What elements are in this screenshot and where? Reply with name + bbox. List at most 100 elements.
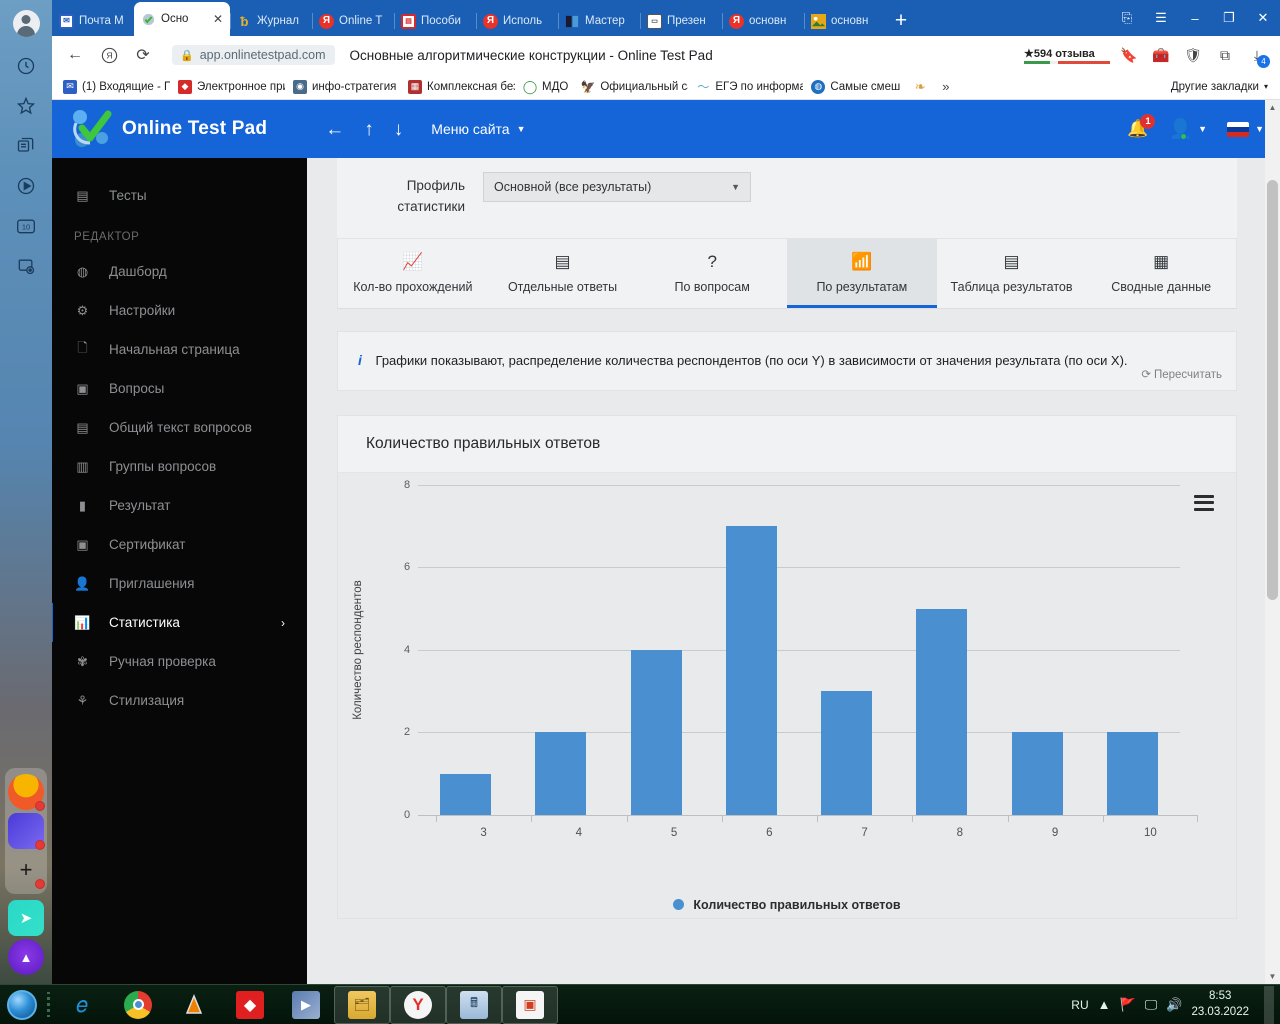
- bookmark-item[interactable]: ▦ Комплексная без: [403, 78, 515, 96]
- tab-by-results[interactable]: 📶 По результатам: [787, 238, 937, 308]
- arrow-left-icon[interactable]: ←: [325, 120, 344, 139]
- start-button[interactable]: [0, 986, 44, 1024]
- browser-tab[interactable]: Я основн: [722, 6, 804, 36]
- tab-passes-count[interactable]: 📈 Кол-во прохождений: [338, 239, 488, 308]
- tab-manager-icon[interactable]: ⧉: [1210, 40, 1240, 70]
- user-menu-button[interactable]: 👤 ▼: [1168, 117, 1207, 141]
- downloads-icon[interactable]: ⤓ 4: [1242, 40, 1272, 70]
- volume-icon[interactable]: 🔊: [1166, 997, 1182, 1013]
- clock[interactable]: 8:53 23.03.2022: [1191, 989, 1249, 1020]
- hamburger-menu-icon[interactable]: [1194, 494, 1214, 511]
- tab-individual-answers[interactable]: ▤ Отдельные ответы: [488, 239, 638, 308]
- bookmarks-overflow-button[interactable]: »: [935, 77, 956, 96]
- menu-icon[interactable]: ☰: [1144, 0, 1178, 36]
- minimize-icon[interactable]: –: [1178, 0, 1212, 36]
- browser-tab[interactable]: Мастер: [558, 6, 640, 36]
- bookmark-item[interactable]: ◉ инфо-стратегия: [288, 78, 400, 96]
- reload-button[interactable]: ⟳: [128, 40, 158, 70]
- extension-icon[interactable]: 🧰: [1146, 40, 1176, 70]
- sidebar-item-question-groups[interactable]: ▥ Группы вопросов: [52, 447, 307, 486]
- scroll-down-arrow[interactable]: ▼: [1265, 969, 1280, 984]
- notes-icon[interactable]: [0, 126, 52, 166]
- shield-icon[interactable]: 🛡: [1178, 40, 1208, 70]
- screenshot-icon[interactable]: [0, 246, 52, 286]
- arrow-up-icon[interactable]: ↑: [364, 120, 374, 139]
- sidebar-item-styling[interactable]: ⚘ Стилизация: [52, 681, 307, 720]
- back-button[interactable]: ←: [60, 40, 90, 70]
- recalculate-button[interactable]: ⟳ Пересчитать: [1141, 366, 1222, 385]
- bar[interactable]: [1106, 732, 1158, 815]
- ten-icon[interactable]: 10: [0, 206, 52, 246]
- bookmark-item[interactable]: ✉ (1) Входящие - По: [58, 78, 170, 96]
- sidebar-item-result[interactable]: ▮ Результат: [52, 486, 307, 525]
- browser-tab[interactable]: Я Исполь: [476, 6, 558, 36]
- blue-square-app-icon[interactable]: [8, 813, 45, 850]
- collections-icon[interactable]: ⎘: [1110, 0, 1144, 36]
- sidebar-item-statistics[interactable]: 📊 Статистика ›: [52, 603, 307, 642]
- sidebar-item-tests[interactable]: ▤ Тесты: [52, 176, 307, 215]
- bookmark-item[interactable]: 🦅 Официальный са: [576, 78, 688, 96]
- sidebar-item-settings[interactable]: ⚙ Настройки: [52, 291, 307, 330]
- language-selector[interactable]: ▼: [1227, 121, 1264, 137]
- close-icon[interactable]: ✕: [1246, 0, 1280, 36]
- sidebar-item-invitations[interactable]: 👤 Приглашения: [52, 564, 307, 603]
- bookmark-icon[interactable]: 🔖: [1114, 40, 1144, 70]
- browser-tab[interactable]: основн: [804, 6, 886, 36]
- bar[interactable]: [630, 649, 682, 815]
- bookmark-item[interactable]: 〜 ЕГЭ по информат: [691, 78, 803, 96]
- purple-app-icon[interactable]: ▲: [8, 939, 44, 975]
- browser-tab[interactable]: ᵬ Журнал: [230, 6, 312, 36]
- bar[interactable]: [725, 526, 777, 815]
- profile-avatar[interactable]: [0, 0, 52, 46]
- new-tab-button[interactable]: +: [886, 6, 916, 36]
- language-indicator[interactable]: RU: [1071, 998, 1088, 1012]
- scroll-up-arrow[interactable]: ▲: [1265, 100, 1280, 115]
- show-hidden-icon[interactable]: ▲: [1098, 997, 1111, 1012]
- sidebar-item-manual-check[interactable]: ✾ Ручная проверка: [52, 642, 307, 681]
- scrollbar-thumb[interactable]: [1267, 180, 1278, 600]
- browser-tab[interactable]: ▭ Презен: [640, 6, 722, 36]
- app-logo[interactable]: [68, 107, 116, 151]
- bookmark-item[interactable]: ◯ МДО: [518, 78, 573, 96]
- reviews-badge[interactable]: ★594 отзыва: [1024, 47, 1110, 64]
- app-brand[interactable]: Online Test Pad: [122, 118, 267, 140]
- sidebar-item-certificate[interactable]: ▣ Сертификат: [52, 525, 307, 564]
- clock-icon[interactable]: [0, 46, 52, 86]
- statistics-profile-select[interactable]: Основной (все результаты) ▼: [483, 172, 751, 202]
- taskbar-internet-explorer[interactable]: 𝑒: [54, 986, 110, 1024]
- browser-tab[interactable]: ✉ Почта M: [52, 6, 134, 36]
- taskbar-calculator[interactable]: 🖩: [446, 985, 502, 1024]
- show-desktop-button[interactable]: [1264, 985, 1274, 1024]
- bar[interactable]: [440, 773, 492, 815]
- network-error-icon[interactable]: 🚩: [1120, 997, 1136, 1013]
- close-icon[interactable]: ✕: [213, 12, 223, 26]
- color-wheel-app-icon[interactable]: [8, 774, 45, 811]
- telegram-app-icon[interactable]: ➤: [8, 900, 44, 936]
- taskbar-yandex-browser[interactable]: Y: [390, 985, 446, 1024]
- yandex-home-button[interactable]: Я: [94, 40, 124, 70]
- page-scrollbar[interactable]: ▲ ▼: [1265, 100, 1280, 984]
- tab-results-table[interactable]: ▤ Таблица результатов: [937, 239, 1087, 308]
- taskbar-vlc[interactable]: [166, 986, 222, 1024]
- maximize-icon[interactable]: ❐: [1212, 0, 1246, 36]
- site-menu-button[interactable]: Меню сайта ▼: [431, 121, 525, 137]
- browser-tab-active[interactable]: Осно ✕: [134, 2, 230, 36]
- taskbar-powerpoint[interactable]: ▣: [502, 985, 558, 1024]
- bookmark-item[interactable]: ❧: [908, 78, 932, 96]
- bar[interactable]: [821, 691, 873, 815]
- play-icon[interactable]: [0, 166, 52, 206]
- browser-tab[interactable]: ▤ Пособи: [394, 6, 476, 36]
- url-chip[interactable]: 🔒 app.onlinetestpad.com: [172, 45, 336, 65]
- sidebar-item-start-page[interactable]: 🗋 Начальная страница: [52, 330, 307, 369]
- display-icon[interactable]: 🖵: [1145, 997, 1158, 1013]
- notifications-bell-icon[interactable]: 🔔 1: [1127, 114, 1156, 139]
- bar[interactable]: [535, 732, 587, 815]
- chart-legend[interactable]: Количество правильных ответов: [338, 898, 1236, 912]
- bar[interactable]: [1011, 732, 1063, 815]
- plus-app-icon[interactable]: +: [8, 852, 45, 889]
- taskbar-chrome[interactable]: [110, 986, 166, 1024]
- sidebar-item-common-text[interactable]: ▤ Общий текст вопросов: [52, 408, 307, 447]
- star-icon[interactable]: [0, 86, 52, 126]
- sidebar-item-dashboard[interactable]: ◍ Дашборд: [52, 252, 307, 291]
- bar[interactable]: [916, 608, 968, 815]
